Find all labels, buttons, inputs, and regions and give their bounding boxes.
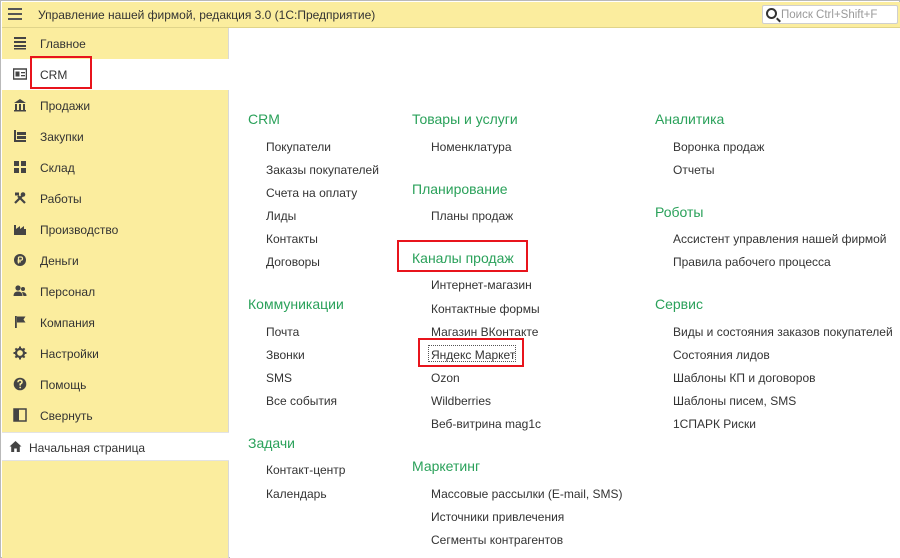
shop-icon (13, 98, 27, 112)
flag-icon (13, 315, 27, 329)
cart-icon (13, 129, 27, 143)
section-goods-title: Товары и услуги (412, 111, 518, 127)
sidebar-item-settings[interactable]: Настройки (2, 338, 229, 369)
sidebar-item-label: Закупки (40, 130, 84, 144)
search-box[interactable] (762, 5, 898, 24)
app-window: Управление нашей фирмой, редакция 3.0 (1… (0, 0, 900, 558)
section-crm-title: CRM (248, 111, 280, 127)
help-icon (13, 377, 27, 391)
sidebar-item-collapse[interactable]: Свернуть (2, 400, 229, 431)
sidebar-item-production[interactable]: Производство (2, 214, 229, 245)
tools-icon (13, 191, 27, 205)
sidebar-item-label: Настройки (40, 347, 99, 361)
title-bar: Управление нашей фирмой, редакция 3.0 (1… (2, 2, 900, 28)
link-templates-letters[interactable]: Шаблоны писем, SMS (673, 394, 796, 408)
sidebar-item-warehouse[interactable]: Склад (2, 152, 229, 183)
sidebar-item-personnel[interactable]: Персонал (2, 276, 229, 307)
link-contracts[interactable]: Договоры (266, 255, 320, 269)
section-tasks-title: Задачи (248, 435, 296, 451)
focus-outline (428, 345, 516, 362)
link-lead-states[interactable]: Состояния лидов (673, 348, 770, 362)
link-customers[interactable]: Покупатели (266, 140, 331, 154)
section-analytics-title: Аналитика (655, 111, 725, 127)
window-title: Управление нашей фирмой, редакция 3.0 (1… (38, 8, 376, 22)
sidebar-item-label: Помощь (40, 378, 87, 392)
link-online-store[interactable]: Интернет-магазин (431, 278, 532, 292)
link-sales-funnel[interactable]: Воронка продаж (673, 140, 764, 154)
factory-icon (13, 222, 27, 236)
link-wildberries[interactable]: Wildberries (431, 394, 491, 408)
sidebar-item-sales[interactable]: Продажи (2, 90, 229, 121)
section-communications-title: Коммуникации (248, 296, 344, 312)
sidebar-item-label: Главное (40, 37, 86, 51)
link-invoices[interactable]: Счета на оплату (266, 186, 357, 200)
sidebar-item-label: Персонал (40, 285, 96, 299)
sidebar-item-label: Свернуть (40, 409, 93, 423)
link-templates-kp[interactable]: Шаблоны КП и договоров (673, 371, 816, 385)
search-input[interactable] (781, 7, 895, 22)
sidebar-item-money[interactable]: Деньги (2, 245, 229, 276)
sidebar-item-label: Компания (40, 316, 95, 330)
home-page-label: Начальная страница (29, 441, 146, 455)
sidebar-item-company[interactable]: Компания (2, 307, 229, 338)
section-service-title: Сервис (655, 296, 703, 312)
home-page-link[interactable]: Начальная страница (2, 432, 229, 461)
sidebar: Главное CRM Продажи Закупки Склад Работы… (2, 28, 229, 558)
link-workflow-rules[interactable]: Правила рабочего процесса (673, 255, 831, 269)
link-nomenclature[interactable]: Номенклатура (431, 140, 512, 154)
home-icon (9, 440, 22, 453)
link-leads[interactable]: Лиды (266, 209, 296, 223)
link-all-events[interactable]: Все события (266, 394, 337, 408)
sidebar-item-works[interactable]: Работы (2, 183, 229, 214)
link-calls[interactable]: Звонки (266, 348, 305, 362)
link-sales-plans[interactable]: Планы продаж (431, 209, 513, 223)
link-spark-risks[interactable]: 1СПАРК Риски (673, 417, 756, 431)
link-ozon[interactable]: Ozon (431, 371, 460, 385)
hamburger-menu-icon[interactable] (8, 8, 22, 21)
crm-card-icon (13, 67, 27, 81)
link-sms[interactable]: SMS (266, 371, 292, 385)
menu-lines-icon (13, 36, 27, 50)
gear-icon (13, 346, 27, 360)
link-reports[interactable]: Отчеты (673, 163, 714, 177)
link-customer-orders[interactable]: Заказы покупателей (266, 163, 379, 177)
link-assistant[interactable]: Ассистент управления нашей фирмой (673, 232, 887, 246)
sidebar-item-label: Продажи (40, 99, 91, 113)
sidebar-item-main[interactable]: Главное (2, 28, 229, 59)
link-contact-center[interactable]: Контакт-центр (266, 463, 345, 477)
section-marketing-title: Маркетинг (412, 458, 481, 474)
crm-highlight-box (30, 56, 92, 89)
search-icon (766, 8, 777, 19)
sales-channels-highlight-box (397, 240, 528, 272)
collapse-icon (13, 408, 27, 422)
link-order-states[interactable]: Виды и состояния заказов покупателей (673, 325, 893, 339)
main-content: CRM Покупатели Заказы покупателей Счета … (230, 28, 900, 558)
sidebar-item-label: Деньги (40, 254, 79, 268)
sidebar-item-help[interactable]: Помощь (2, 369, 229, 400)
link-contact-forms[interactable]: Контактные формы (431, 302, 540, 316)
people-icon (13, 284, 27, 298)
link-contacts[interactable]: Контакты (266, 232, 318, 246)
sidebar-item-label: Склад (40, 161, 75, 175)
section-robots-title: Роботы (655, 204, 704, 220)
sidebar-item-purchases[interactable]: Закупки (2, 121, 229, 152)
coin-icon (13, 253, 27, 267)
link-mass-mailing[interactable]: Массовые рассылки (E-mail, SMS) (431, 487, 623, 501)
link-mag1c-showcase[interactable]: Веб-витрина mag1c (431, 417, 541, 431)
link-vk-store[interactable]: Магазин ВКонтакте (431, 325, 538, 339)
link-lead-sources[interactable]: Источники привлечения (431, 510, 564, 524)
link-counterparty-segments[interactable]: Сегменты контрагентов (431, 533, 563, 547)
link-mail[interactable]: Почта (266, 325, 299, 339)
sidebar-item-label: Работы (40, 192, 82, 206)
sidebar-item-label: Производство (40, 223, 119, 237)
section-planning-title: Планирование (412, 181, 508, 197)
link-calendar[interactable]: Календарь (266, 487, 327, 501)
warehouse-icon (13, 160, 27, 174)
